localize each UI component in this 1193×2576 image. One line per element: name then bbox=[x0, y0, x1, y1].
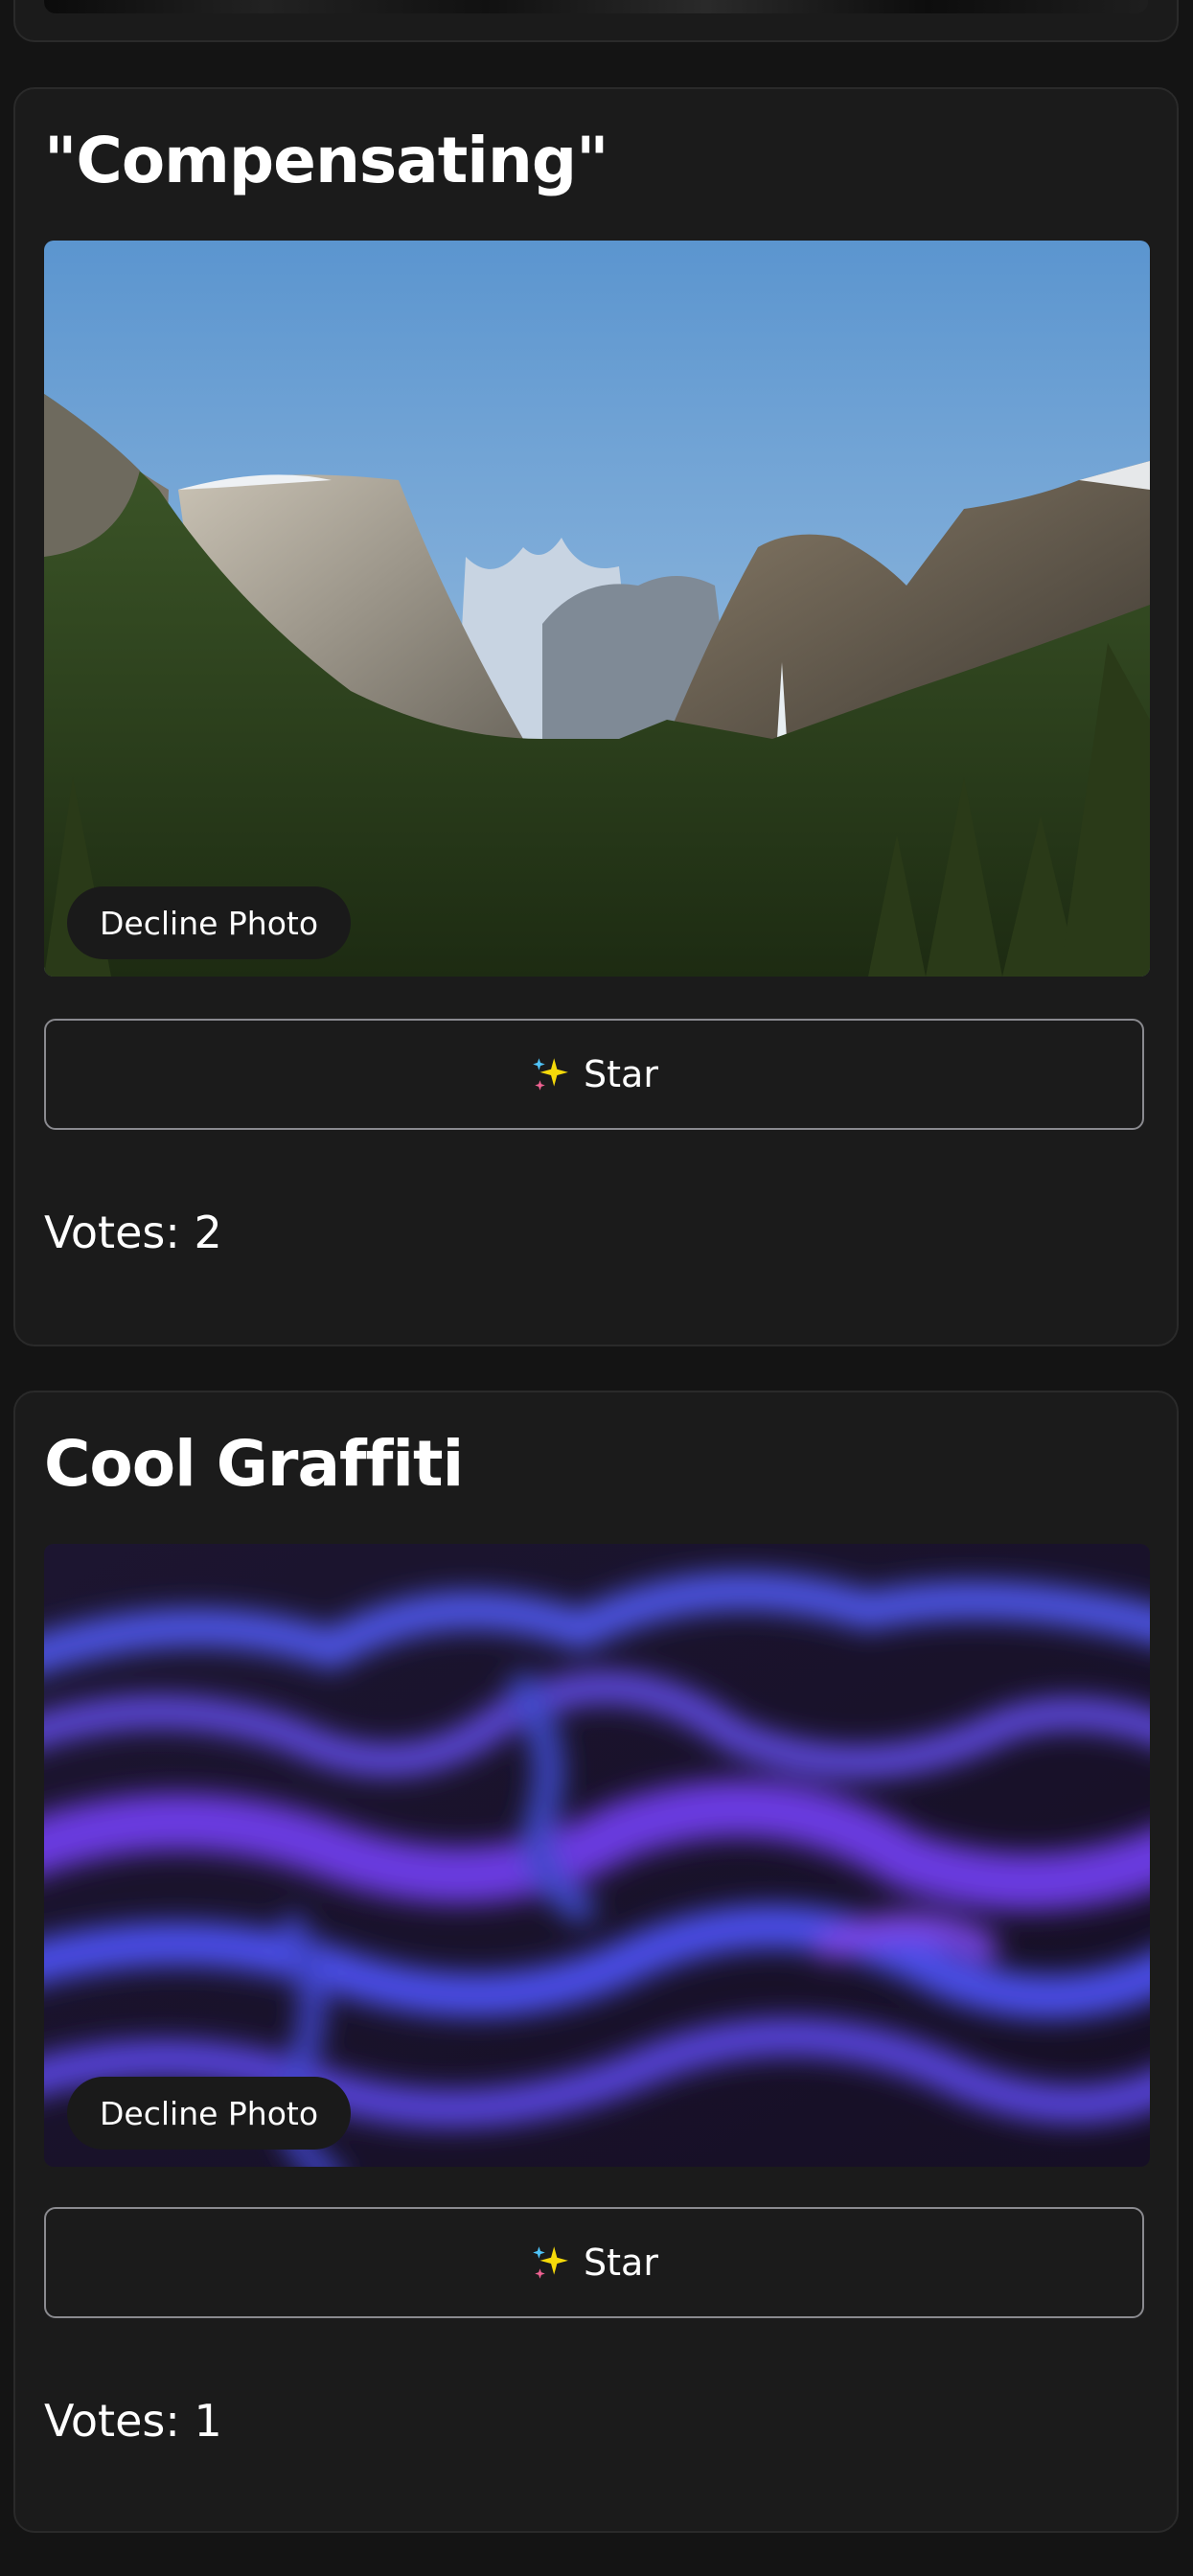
star-button[interactable]: Star bbox=[44, 2207, 1144, 2318]
star-button-label: Star bbox=[584, 1053, 658, 1095]
previous-post-photo bbox=[44, 0, 1148, 13]
votes-count: Votes: 2 bbox=[44, 1207, 222, 1258]
mountain-valley-image bbox=[44, 241, 1150, 977]
post-card: "Compensating" Decline Photo Star Votes:… bbox=[13, 87, 1179, 1346]
post-card: Cool Graffiti Decline Photo Star Votes: … bbox=[13, 1391, 1179, 2533]
star-button-label: Star bbox=[584, 2242, 658, 2284]
post-title: "Compensating" bbox=[44, 124, 609, 197]
decline-photo-button[interactable]: Decline Photo bbox=[67, 2077, 352, 2150]
sparkles-icon bbox=[533, 2246, 568, 2279]
votes-count: Votes: 1 bbox=[44, 2395, 222, 2447]
previous-post-card bbox=[13, 0, 1179, 42]
post-photo: Decline Photo bbox=[44, 1544, 1150, 2167]
post-photo: Decline Photo bbox=[44, 241, 1150, 977]
decline-photo-button[interactable]: Decline Photo bbox=[67, 886, 352, 959]
post-title: Cool Graffiti bbox=[44, 1427, 464, 1501]
sparkles-icon bbox=[533, 1058, 568, 1091]
star-button[interactable]: Star bbox=[44, 1019, 1144, 1130]
purple-abstract-image bbox=[44, 1544, 1150, 2167]
